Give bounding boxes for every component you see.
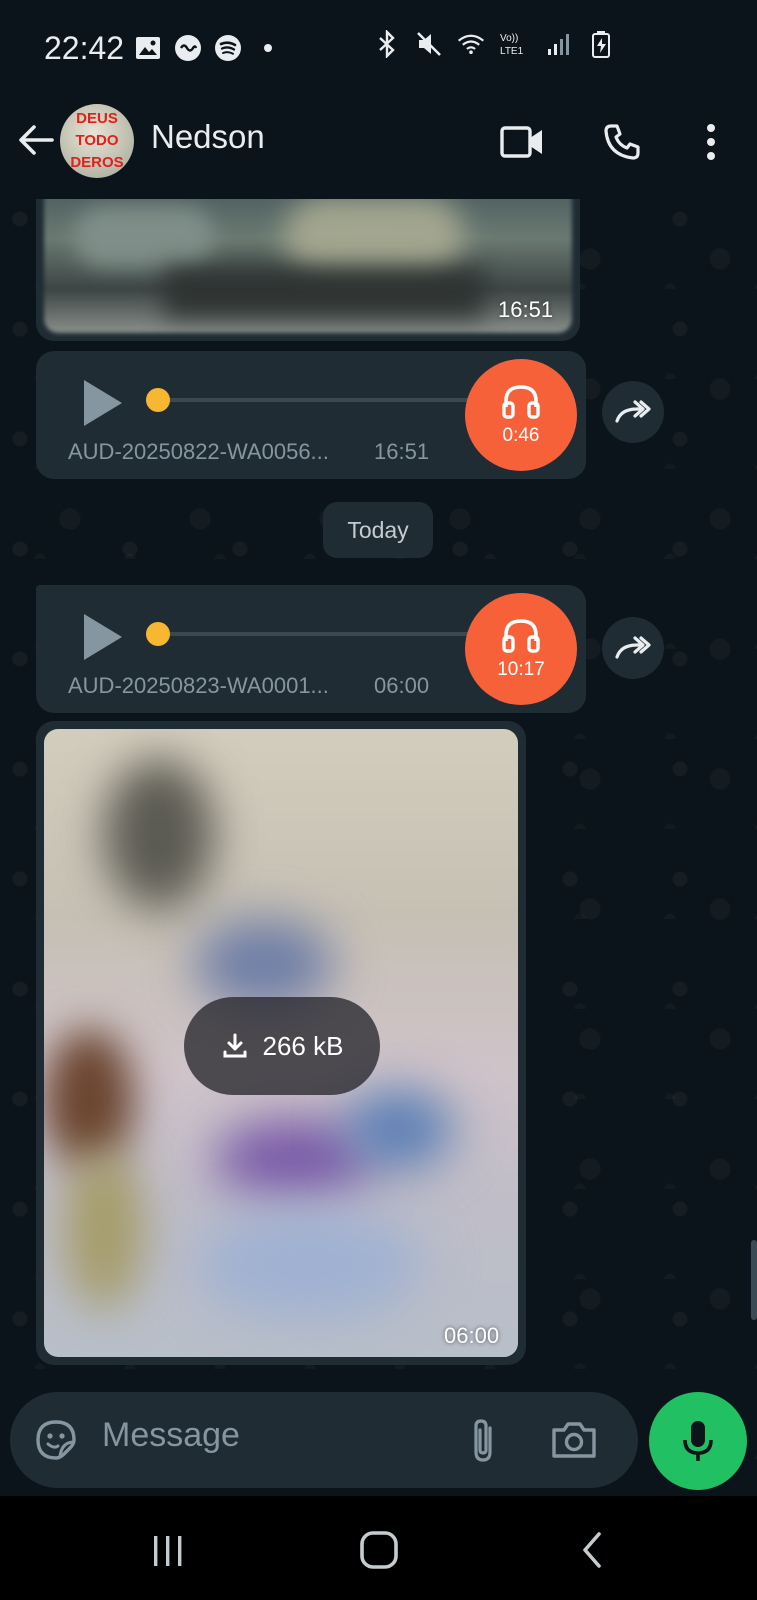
more-options-icon — [707, 124, 715, 160]
camera-button[interactable] — [550, 1418, 598, 1462]
camera-icon — [552, 1422, 596, 1458]
home-button[interactable] — [349, 1522, 409, 1578]
back-arrow-icon — [19, 125, 54, 155]
status-right-icons: Vo)) LTE1 — [373, 30, 615, 58]
forward-button[interactable] — [602, 381, 664, 443]
attach-icon — [474, 1419, 492, 1462]
video-call-icon — [500, 126, 542, 158]
back-button[interactable] — [14, 118, 58, 162]
battery-icon — [587, 30, 615, 58]
recent-apps-button[interactable] — [138, 1522, 198, 1578]
status-bar: 22:42 Vo)) LTE1 — [0, 0, 757, 96]
audio-message-2: AUD-20250823-WA0001... 06:00 10:17 — [36, 585, 586, 713]
headphones-icon — [502, 619, 540, 653]
mute-icon — [415, 30, 443, 58]
message-time: 06:00 — [374, 673, 430, 698]
voice-record-button[interactable] — [649, 1392, 747, 1490]
voice-call-icon — [604, 124, 640, 160]
image-icon — [134, 34, 162, 62]
back-nav-icon — [583, 1532, 601, 1568]
download-icon — [223, 1033, 247, 1058]
mic-icon — [683, 1421, 713, 1461]
play-button[interactable] — [80, 377, 124, 429]
message-input[interactable]: Message — [102, 1416, 240, 1455]
audio-progress-track[interactable] — [146, 632, 472, 636]
message-composer: Message — [10, 1392, 638, 1488]
status-left-icons — [134, 34, 282, 62]
audio-progress-handle[interactable] — [146, 388, 170, 412]
svg-text:LTE1: LTE1 — [500, 46, 524, 57]
audio-avatar-badge: 0:46 — [465, 359, 577, 471]
audio-filename: AUD-20250822-WA0056... — [68, 439, 329, 464]
play-button[interactable] — [80, 611, 124, 663]
video-call-button[interactable] — [494, 114, 550, 170]
wifi-icon — [457, 30, 485, 58]
message-time: 06:00 — [444, 1323, 500, 1348]
avatar-text-line-1: DEUS — [76, 110, 118, 127]
avatar-text-line-3: DEROS — [70, 154, 124, 171]
play-icon — [84, 380, 122, 426]
play-icon — [84, 614, 122, 660]
forward-icon — [615, 400, 651, 423]
system-nav-bar — [0, 1496, 757, 1600]
date-divider: Today — [323, 502, 433, 558]
more-options-button[interactable] — [683, 114, 739, 170]
chat-header: DEUS TODO DEROS Nedson — [0, 96, 757, 199]
spotify-icon — [214, 34, 242, 62]
audio-message-1: AUD-20250822-WA0056... 16:51 0:46 — [36, 351, 586, 479]
svg-text:Vo)): Vo)) — [500, 33, 518, 44]
headphones-icon — [502, 385, 540, 419]
scroll-indicator[interactable] — [751, 1240, 757, 1320]
status-time: 22:42 — [44, 30, 125, 66]
forward-icon — [615, 636, 651, 659]
app-badge-icon — [174, 34, 202, 62]
forward-button[interactable] — [602, 617, 664, 679]
audio-avatar-badge: 10:17 — [465, 593, 577, 705]
avatar-text-line-2: TODO — [75, 132, 119, 149]
audio-duration: 10:17 — [497, 659, 545, 680]
audio-progress-track[interactable] — [146, 398, 472, 402]
audio-duration: 0:46 — [502, 425, 540, 446]
audio-filename: AUD-20250823-WA0001... — [68, 673, 329, 698]
voice-call-button[interactable] — [594, 114, 650, 170]
attach-button[interactable] — [464, 1416, 504, 1466]
contact-avatar[interactable]: DEUS TODO DEROS — [60, 104, 134, 178]
sticker-icon — [36, 1420, 76, 1460]
message-time: 16:51 — [498, 297, 554, 322]
audio-progress-handle[interactable] — [146, 622, 170, 646]
chat-area[interactable]: 16:51 AUD-20250822-WA0056... 16:51 0:46 … — [0, 199, 757, 1496]
download-button[interactable]: 266 kB — [184, 997, 380, 1095]
contact-name[interactable]: Nedson — [151, 118, 265, 156]
dot-icon — [254, 34, 282, 62]
signal-icon — [545, 30, 573, 58]
image-message-1[interactable]: 16:51 — [36, 199, 580, 341]
sticker-button[interactable] — [32, 1416, 80, 1464]
download-size: 266 kB — [262, 1030, 344, 1061]
image-thumbnail[interactable] — [44, 199, 572, 333]
back-nav-button[interactable] — [562, 1522, 622, 1578]
message-time: 16:51 — [374, 439, 430, 464]
volte-icon: Vo)) LTE1 — [499, 30, 531, 58]
recent-apps-icon — [154, 1536, 182, 1566]
home-icon — [360, 1531, 398, 1569]
bluetooth-icon — [373, 30, 401, 58]
